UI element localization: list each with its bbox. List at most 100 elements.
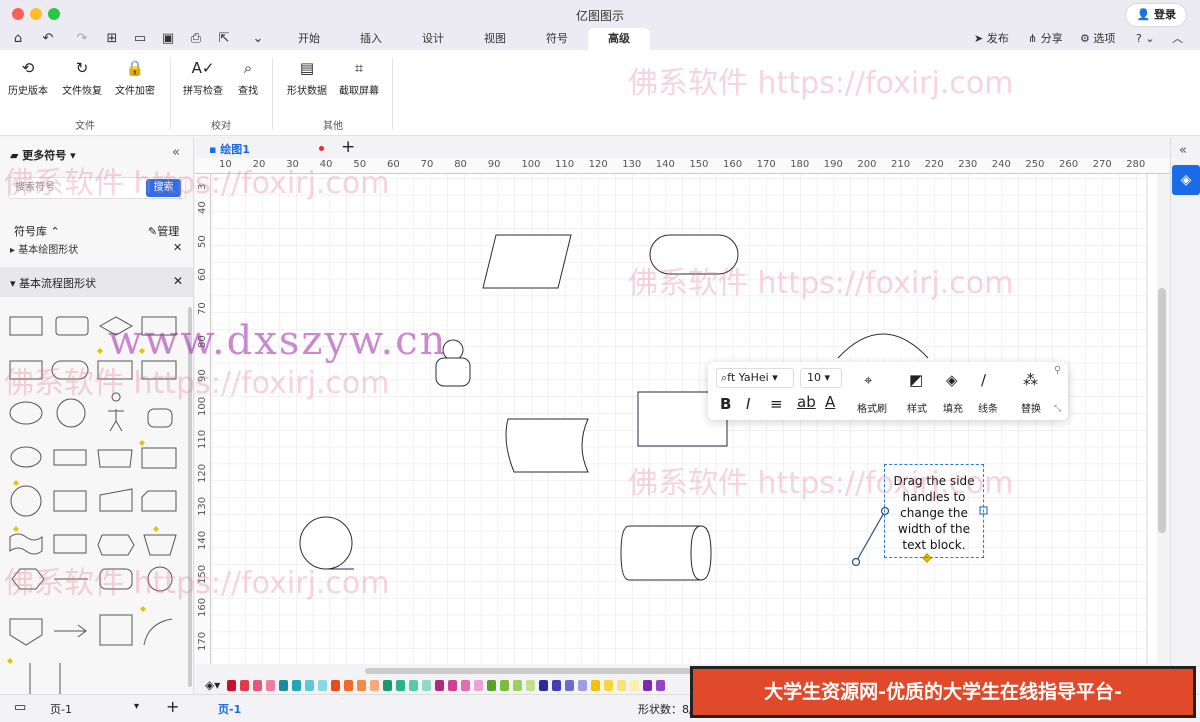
format-painter-label[interactable]: 格式刷 [857, 400, 887, 415]
shape-manual-input[interactable] [99, 488, 133, 512]
chevron-down-icon[interactable]: ▾ [134, 701, 139, 712]
color-swatch[interactable] [318, 680, 327, 691]
shape-brace[interactable] [29, 663, 61, 695]
color-swatch[interactable] [500, 680, 509, 691]
pin-icon[interactable]: ⚲ [1054, 365, 1061, 376]
color-swatch[interactable] [357, 680, 366, 691]
style-icon[interactable]: ◩ [909, 371, 923, 389]
fill-bucket-icon[interactable]: ◈▾ [205, 678, 220, 692]
manage-button[interactable]: ✎管理 [148, 223, 179, 239]
shape-person[interactable] [147, 408, 173, 428]
redo-icon[interactable]: ↷ [74, 31, 90, 47]
screenshot-button[interactable]: ⌗ 截取屏幕 [336, 58, 382, 97]
options-button[interactable]: ⚙ 选项 [1080, 31, 1115, 47]
shrink-icon[interactable]: ⤡ [1054, 404, 1061, 414]
color-swatch[interactable] [305, 680, 314, 691]
more-icon[interactable]: ⌄ [250, 31, 266, 47]
color-swatch[interactable] [227, 680, 236, 691]
tab-drawing1[interactable]: ▪ 绘图1 [209, 141, 250, 157]
shape-arrow[interactable] [54, 624, 87, 638]
pages-panel-icon[interactable]: ▭ [14, 700, 26, 715]
vertical-scrollbar[interactable] [1158, 288, 1166, 533]
color-swatch[interactable] [448, 680, 457, 691]
tab-view[interactable]: 视图 [470, 28, 520, 50]
new-file-icon[interactable]: ⊞ [104, 31, 120, 47]
align-icon[interactable]: ≡ [770, 395, 783, 413]
color-swatch[interactable] [474, 680, 483, 691]
shape-data-button[interactable]: ▤ 形状数据 [284, 58, 330, 97]
shape-ellipse[interactable] [9, 401, 43, 425]
color-swatch[interactable] [383, 680, 392, 691]
spell-check-button[interactable]: A✓ 拼写检查 [180, 58, 226, 97]
add-page-icon[interactable]: + [166, 697, 179, 716]
color-swatch[interactable] [279, 680, 288, 691]
undo-icon[interactable]: ↶ [40, 31, 56, 47]
add-tab-icon[interactable]: + [341, 137, 355, 157]
line-icon[interactable]: ∕ [981, 371, 986, 389]
color-swatch[interactable] [266, 680, 275, 691]
color-swatch[interactable] [240, 680, 249, 691]
shape-yes[interactable] [10, 446, 42, 468]
color-swatch[interactable] [526, 680, 535, 691]
color-swatch[interactable] [253, 680, 262, 691]
shape-stored-data[interactable] [505, 418, 589, 473]
shape-tape[interactable] [9, 533, 43, 555]
color-swatch[interactable] [331, 680, 340, 691]
italic-icon[interactable]: I [746, 395, 750, 413]
shape-off-page[interactable] [141, 490, 177, 512]
shape-card[interactable] [97, 449, 133, 468]
shape-delay[interactable] [53, 534, 87, 554]
shape-data-store[interactable] [53, 449, 87, 466]
library-item[interactable]: ▸ 基本绘图形状 [10, 241, 78, 255]
color-swatch[interactable] [539, 680, 548, 691]
shape-internal-storage[interactable] [141, 447, 177, 469]
section-header[interactable]: ▾ 基本流程图形状 ✕ [0, 267, 193, 297]
callout-handle[interactable] [851, 557, 861, 567]
fill-icon[interactable]: ◈ [946, 371, 958, 389]
color-swatch[interactable] [513, 680, 522, 691]
replace-label[interactable]: 替换 [1021, 400, 1041, 415]
share-button[interactable]: ⋔ 分享 [1028, 31, 1063, 47]
tab-advanced[interactable]: 高级 [588, 28, 650, 50]
color-swatch[interactable] [591, 680, 600, 691]
collapse-ribbon-icon[interactable]: ︿ [1172, 31, 1183, 47]
library-label[interactable]: 符号库 ⌃ [14, 223, 60, 239]
publish-button[interactable]: ➤ 发布 [974, 31, 1009, 47]
color-swatch[interactable] [643, 680, 652, 691]
font-family-select[interactable]: ⌕ft YaHei ▾ [716, 368, 794, 388]
line-label[interactable]: 线条 [978, 400, 998, 415]
color-swatch[interactable] [435, 680, 444, 691]
shape-connector[interactable] [10, 485, 42, 517]
color-swatch[interactable] [370, 680, 379, 691]
color-swatch[interactable] [344, 680, 353, 691]
shape-process[interactable] [9, 316, 43, 336]
color-swatch[interactable] [422, 680, 431, 691]
format-painter-icon[interactable]: ⌖ [864, 371, 872, 389]
page-selector[interactable]: 页-1 [50, 701, 72, 717]
file-encrypt-button[interactable]: 🔒 文件加密 [113, 58, 157, 97]
fill-panel-icon[interactable]: ◈ [1172, 165, 1200, 195]
home-icon[interactable]: ⌂ [10, 31, 26, 47]
export-icon[interactable]: ⇱ [216, 31, 232, 47]
color-swatch[interactable] [630, 680, 639, 691]
color-swatch[interactable] [578, 680, 587, 691]
fill-label[interactable]: 填充 [943, 400, 963, 415]
help-icon[interactable]: ? ⌄ [1136, 31, 1155, 47]
color-swatch[interactable] [565, 680, 574, 691]
shape-circle[interactable] [56, 398, 86, 428]
color-swatch[interactable] [461, 680, 470, 691]
shape-parallelogram[interactable] [482, 234, 572, 289]
tab-design[interactable]: 设计 [408, 28, 458, 50]
save-icon[interactable]: ▣ [160, 31, 176, 47]
shape-manual-op[interactable] [143, 534, 177, 556]
tab-symbols[interactable]: 符号 [532, 28, 582, 50]
underline-icon[interactable]: ab [797, 393, 816, 411]
color-swatch[interactable] [487, 680, 496, 691]
page-tab[interactable]: 页-1 [218, 701, 241, 717]
color-swatch[interactable] [604, 680, 613, 691]
bold-icon[interactable]: B [720, 395, 731, 413]
color-swatch[interactable] [552, 680, 561, 691]
find-button[interactable]: ⌕ 查找 [234, 58, 262, 97]
shape-cylinder[interactable] [620, 525, 712, 581]
file-recovery-button[interactable]: ↻ 文件恢复 [60, 58, 104, 97]
